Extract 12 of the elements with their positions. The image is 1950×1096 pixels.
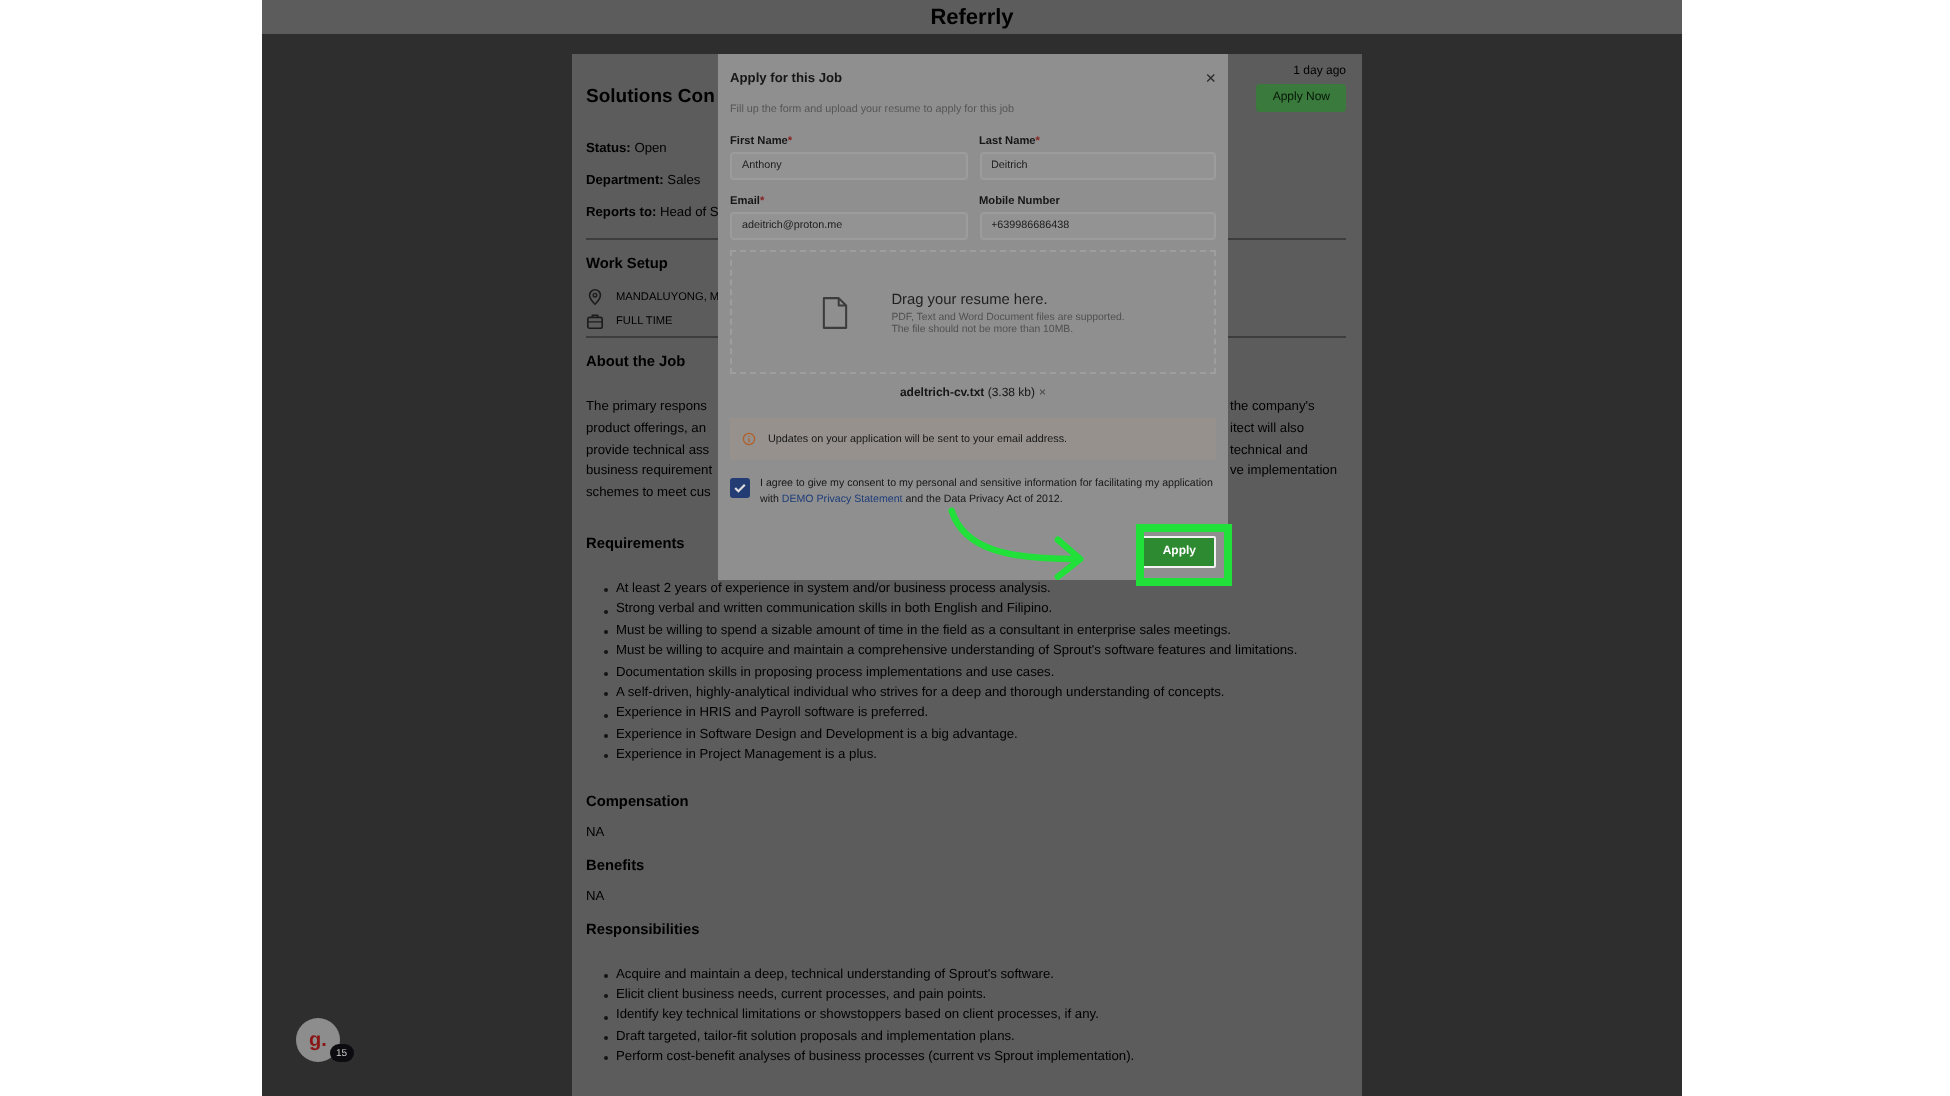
briefcase-icon (586, 312, 604, 330)
annotation-arrow-drawing (946, 506, 1086, 580)
highlight-frame (1136, 524, 1232, 586)
location-pin-icon (586, 288, 604, 306)
avatar-letter: g. (309, 1029, 327, 1051)
file-icon (821, 295, 848, 329)
info-icon (742, 432, 756, 446)
job-title: Solutions Con (586, 86, 715, 112)
app-title: Referrly (930, 5, 1014, 29)
consent-checkbox[interactable] (730, 478, 750, 498)
close-button[interactable]: × (1205, 70, 1216, 88)
avatar-circle[interactable]: g. (296, 1018, 340, 1062)
